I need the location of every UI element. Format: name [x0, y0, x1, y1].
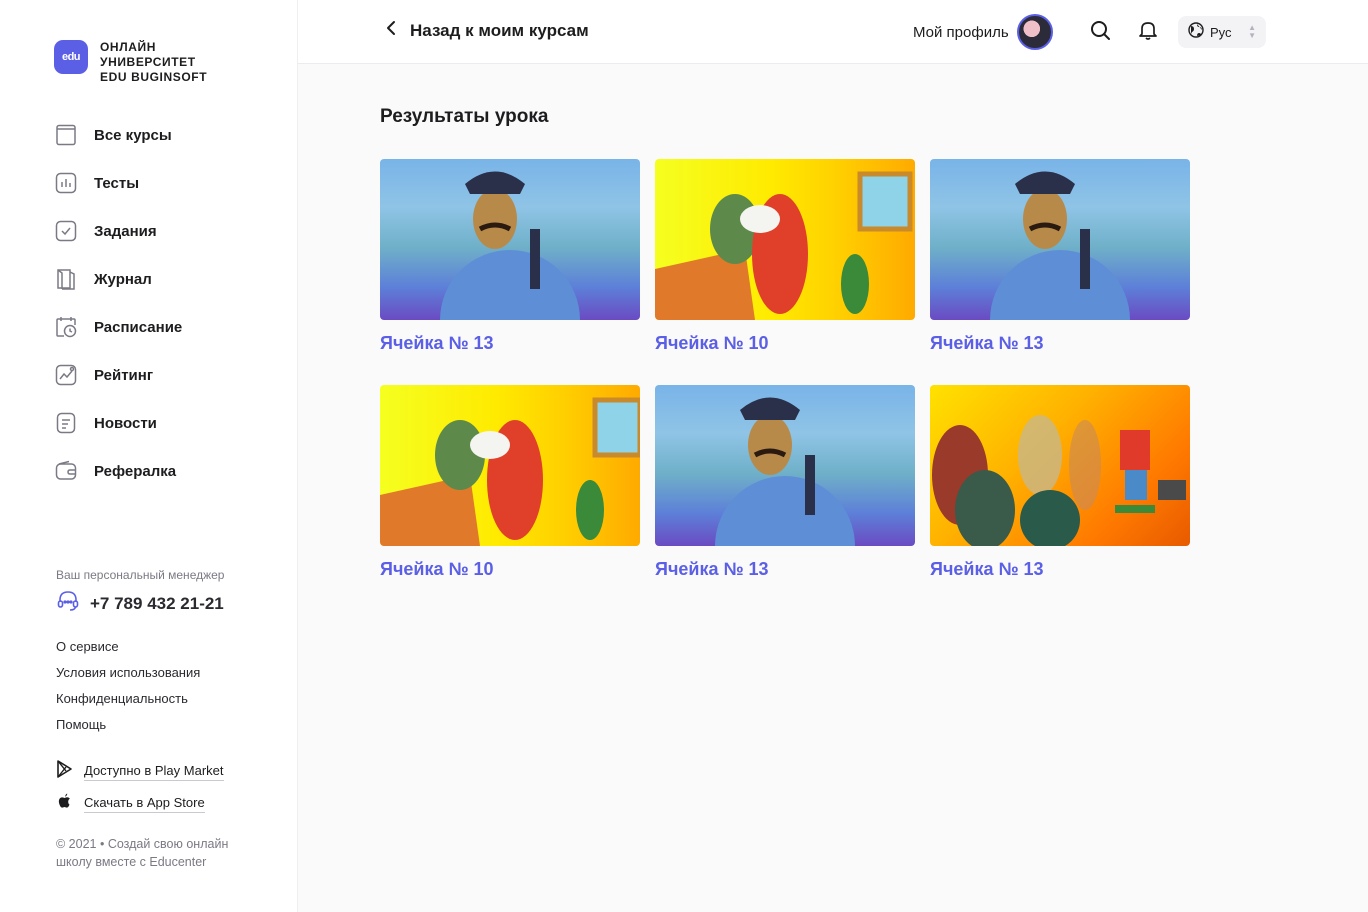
sidebar-nav: Все курсы Тесты Задания Журнал Расписани… [54, 111, 182, 495]
sidebar-item-label: Журнал [94, 270, 152, 288]
app-store-link[interactable]: Скачать в App Store [56, 792, 205, 815]
globe-icon [1188, 21, 1204, 43]
card-title: Ячейка № 10 [380, 559, 494, 579]
sidebar-item-referral[interactable]: Рефералка [54, 447, 182, 495]
logo-line-2: УНИВЕРСИТЕТ [100, 55, 196, 69]
sidebar-item-label: Тесты [94, 174, 140, 192]
sidebar-item-news[interactable]: Новости [54, 399, 182, 447]
link-privacy[interactable]: Конфиденциальность [56, 691, 200, 717]
link-terms[interactable]: Условия использования [56, 665, 200, 691]
result-card[interactable]: Ячейка № 10 [655, 159, 915, 354]
card-image [380, 385, 640, 546]
trend-chart-icon [54, 363, 78, 387]
manager-phone[interactable]: +7 789 432 21-21 [56, 589, 224, 618]
logo[interactable]: edu ОНЛАЙН УНИВЕРСИТЕТ EDU BUGINSOFT [54, 40, 230, 85]
card-title: Ячейка № 13 [655, 559, 769, 579]
journal-icon [54, 267, 78, 291]
play-market-icon [56, 760, 74, 783]
avatar [1016, 14, 1053, 50]
search-icon [1089, 19, 1111, 46]
result-card[interactable]: Ячейка № 13 [655, 385, 915, 580]
search-button[interactable] [1088, 20, 1112, 44]
sidebar-item-all-courses[interactable]: Все курсы [54, 111, 182, 159]
logo-text: ОНЛАЙН УНИВЕРСИТЕТ EDU BUGINSOFT [100, 40, 230, 85]
card-title: Ячейка № 10 [655, 333, 769, 353]
result-card[interactable]: Ячейка № 10 [380, 385, 640, 580]
copyright: © 2021 • Создай свою онлайн школу вместе… [56, 837, 229, 869]
link-about[interactable]: О сервисе [56, 639, 200, 665]
sidebar-item-label: Расписание [94, 318, 183, 336]
result-card[interactable]: Ячейка № 13 [930, 385, 1190, 580]
notifications-button[interactable] [1136, 20, 1160, 44]
sidebar-item-journal[interactable]: Журнал [54, 255, 182, 303]
manager-caption: Ваш персональный менеджер [56, 568, 225, 582]
link-help[interactable]: Помощь [56, 717, 200, 743]
sidebar-item-label: Рейтинг [94, 366, 154, 384]
card-title: Ячейка № 13 [930, 559, 1044, 579]
apple-icon [56, 792, 74, 815]
result-card[interactable]: Ячейка № 13 [930, 159, 1190, 354]
sidebar-item-label: Все курсы [94, 126, 172, 144]
news-icon [54, 411, 78, 435]
wallet-icon [54, 459, 78, 483]
play-market-link[interactable]: Доступно в Play Market [56, 760, 224, 783]
logo-badge: edu [54, 40, 88, 74]
sidebar-item-schedule[interactable]: Расписание [54, 303, 182, 351]
checkbox-icon [54, 219, 78, 243]
result-card[interactable]: Ячейка № 13 [380, 159, 640, 354]
sidebar-item-rating[interactable]: Рейтинг [54, 351, 182, 399]
card-title: Ячейка № 13 [930, 333, 1044, 353]
sidebar-item-assignments[interactable]: Задания [54, 207, 182, 255]
sidebar-item-label: Рефералка [94, 462, 177, 480]
card-image [380, 159, 640, 320]
sidebar: edu ОНЛАЙН УНИВЕРСИТЕТ EDU BUGINSOFT Все… [0, 0, 298, 912]
language-value: Рус [1210, 24, 1232, 40]
back-label: Назад к моим курсам [410, 20, 589, 40]
page-title: Результаты урока [380, 106, 549, 127]
language-select[interactable]: Рус ▲ ▼ [1178, 16, 1266, 48]
profile-button[interactable]: Мой профиль [913, 14, 1053, 50]
card-image [930, 385, 1190, 546]
card-image [930, 159, 1190, 320]
card-title: Ячейка № 13 [380, 333, 494, 353]
play-market-label: Доступно в Play Market [84, 763, 224, 781]
sidebar-item-label: Задания [94, 222, 157, 240]
bar-chart-icon [54, 171, 78, 195]
manager-phone-number: +7 789 432 21-21 [90, 593, 224, 613]
headset-icon [56, 589, 80, 618]
back-to-courses-button[interactable]: Назад к моим курсам [384, 20, 589, 41]
footer-links: О сервисе Условия использования Конфиден… [56, 639, 200, 743]
app-store-label: Скачать в App Store [84, 795, 205, 813]
calendar-clock-icon [54, 315, 78, 339]
card-image [655, 159, 915, 320]
top-header: Назад к моим курсам Мой профиль Рус ▲ ▼ [298, 0, 1368, 64]
sidebar-item-tests[interactable]: Тесты [54, 159, 182, 207]
book-icon [54, 123, 78, 147]
chevron-left-icon [384, 20, 398, 41]
sidebar-item-label: Новости [94, 414, 157, 432]
logo-line-3: EDU BUGINSOFT [100, 70, 208, 84]
profile-label: Мой профиль [913, 23, 1009, 41]
logo-line-1: ОНЛАЙН [100, 40, 156, 54]
select-arrows-icon: ▲ ▼ [1248, 23, 1256, 40]
bell-icon [1137, 19, 1159, 46]
card-image [655, 385, 915, 546]
